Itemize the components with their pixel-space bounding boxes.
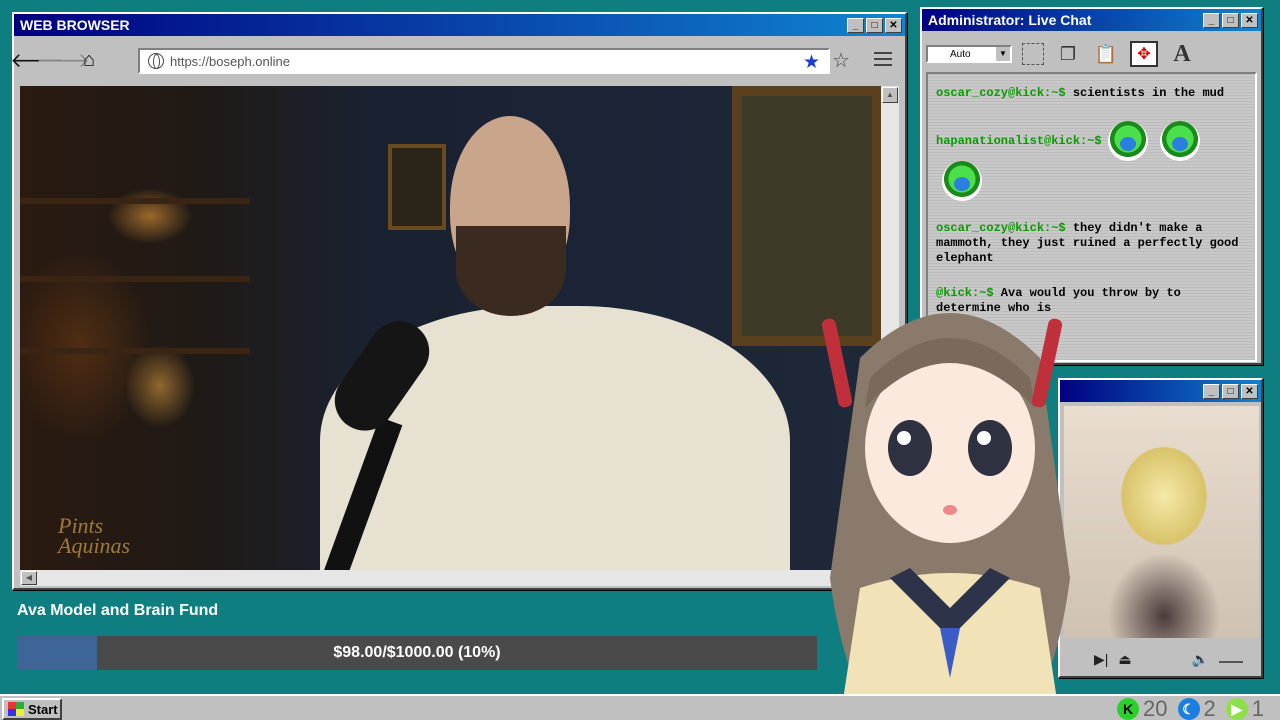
favorites-star-icon[interactable]: ☆	[832, 48, 850, 73]
crying-frog-emote-icon	[942, 161, 982, 201]
avatar-right-eye	[968, 420, 1012, 476]
chat-username[interactable]: oscar_cozy@kick:~$	[936, 221, 1066, 235]
avatar-mouth	[943, 505, 957, 515]
select-tool-icon[interactable]	[1022, 43, 1044, 65]
speaker-beard	[456, 226, 566, 316]
copy-icon[interactable]: ❐	[1054, 41, 1082, 67]
shelf	[20, 198, 250, 204]
move-icon[interactable]: ✥	[1130, 41, 1158, 67]
minimize-button[interactable]: _	[1203, 12, 1220, 28]
address-bar[interactable]: https://boseph.online ★	[138, 48, 830, 74]
avatar-left-eye	[888, 420, 932, 476]
windows-logo-icon	[8, 702, 24, 716]
avatar-left-eye-shine	[897, 431, 911, 445]
fund-progress-label: $98.00/$1000.00 (10%)	[333, 644, 501, 661]
eject-icon[interactable]: ⏏	[1118, 651, 1131, 668]
video-player[interactable]: Pints Aquinas	[20, 86, 881, 570]
play-count: 1	[1251, 696, 1264, 720]
chevron-down-icon[interactable]: ▼	[996, 47, 1010, 61]
maximize-button[interactable]: □	[1222, 383, 1239, 399]
zoom-select[interactable]: Auto ▼	[926, 45, 1012, 63]
bookmark-filled-star-icon[interactable]: ★	[803, 51, 820, 74]
font-icon[interactable]: A	[1168, 41, 1196, 67]
chat-message: hapanationalist@kick:~$	[936, 121, 1247, 201]
globe-icon	[148, 53, 164, 69]
kick-viewer-count: 20	[1143, 696, 1168, 720]
chat-username[interactable]: hapanationalist@kick:~$	[936, 134, 1102, 148]
moon-icon[interactable]: ☾	[1177, 698, 1200, 720]
scroll-left-icon[interactable]: ◀	[21, 571, 37, 585]
play-icon[interactable]: ▶	[1225, 698, 1248, 720]
kick-icon[interactable]: K	[1117, 698, 1140, 720]
taskbar: Start K 20 ☾ 2 ▶ 1	[0, 694, 1280, 720]
chat-toolbar: Auto ▼ ❐ 📋 ✥ A	[926, 37, 1257, 71]
fund-progress-bar: $98.00/$1000.00 (10%)	[17, 636, 817, 670]
chat-titlebar[interactable]: Administrator: Live Chat _ □ ✕	[922, 9, 1261, 31]
horizontal-scrollbar[interactable]: ◀	[20, 570, 881, 586]
chat-message: oscar_cozy@kick:~$ scientists in the mud	[936, 86, 1247, 101]
url-text: https://boseph.online	[170, 53, 290, 69]
zoom-select-value: Auto	[950, 48, 971, 60]
close-button[interactable]: ✕	[1241, 383, 1258, 399]
maximize-button[interactable]: □	[1222, 12, 1239, 28]
wall-picture	[388, 144, 446, 230]
shelf	[20, 348, 250, 354]
close-button[interactable]: ✕	[885, 17, 902, 33]
avatar-right-eye-shine	[977, 431, 991, 445]
maximize-button[interactable]: □	[866, 17, 883, 33]
home-icon[interactable]: ⌂	[76, 47, 102, 73]
browser-title: WEB BROWSER	[20, 17, 130, 33]
chat-title: Administrator: Live Chat	[928, 12, 1092, 28]
chat-message: oscar_cozy@kick:~$ they didn't make a ma…	[936, 221, 1247, 266]
start-label: Start	[28, 701, 58, 717]
scroll-up-icon[interactable]: ▲	[882, 87, 898, 103]
chat-username[interactable]: oscar_cozy@kick:~$	[936, 86, 1066, 100]
chat-text: scientists in the mud	[1065, 86, 1225, 100]
avatar-left-ribbon	[821, 318, 853, 408]
close-button[interactable]: ✕	[1241, 12, 1258, 28]
moon-count: 2	[1203, 696, 1216, 720]
vtuber-avatar	[821, 313, 1070, 720]
paste-icon[interactable]: 📋	[1092, 41, 1120, 67]
browser-navbar: 🡐 🡒 ⌂ https://boseph.online ★ ☆	[10, 40, 901, 80]
crying-frog-emote-icon	[1159, 121, 1200, 161]
system-tray: K 20 ☾ 2 ▶ 1	[1117, 696, 1280, 720]
forward-icon[interactable]: 🡒	[36, 47, 90, 73]
crying-frog-emote-icon	[1107, 121, 1148, 161]
browser-titlebar[interactable]: WEB BROWSER _ □ ✕	[14, 14, 905, 36]
hamburger-menu-icon[interactable]	[874, 52, 892, 66]
shelf	[20, 276, 250, 282]
volume-icon[interactable]: 🔈	[1192, 651, 1209, 668]
volume-slider[interactable]	[1219, 655, 1244, 663]
fund-title: Ava Model and Brain Fund	[17, 602, 219, 619]
minimize-button[interactable]: _	[847, 17, 864, 33]
minimize-button[interactable]: _	[1203, 383, 1220, 399]
video-watermark-logo: Pints Aquinas	[58, 513, 131, 558]
browser-window: WEB BROWSER _ □ ✕ 🡐 🡒 ⌂ https://boseph.o…	[10, 12, 907, 590]
start-button[interactable]: Start	[2, 698, 62, 720]
